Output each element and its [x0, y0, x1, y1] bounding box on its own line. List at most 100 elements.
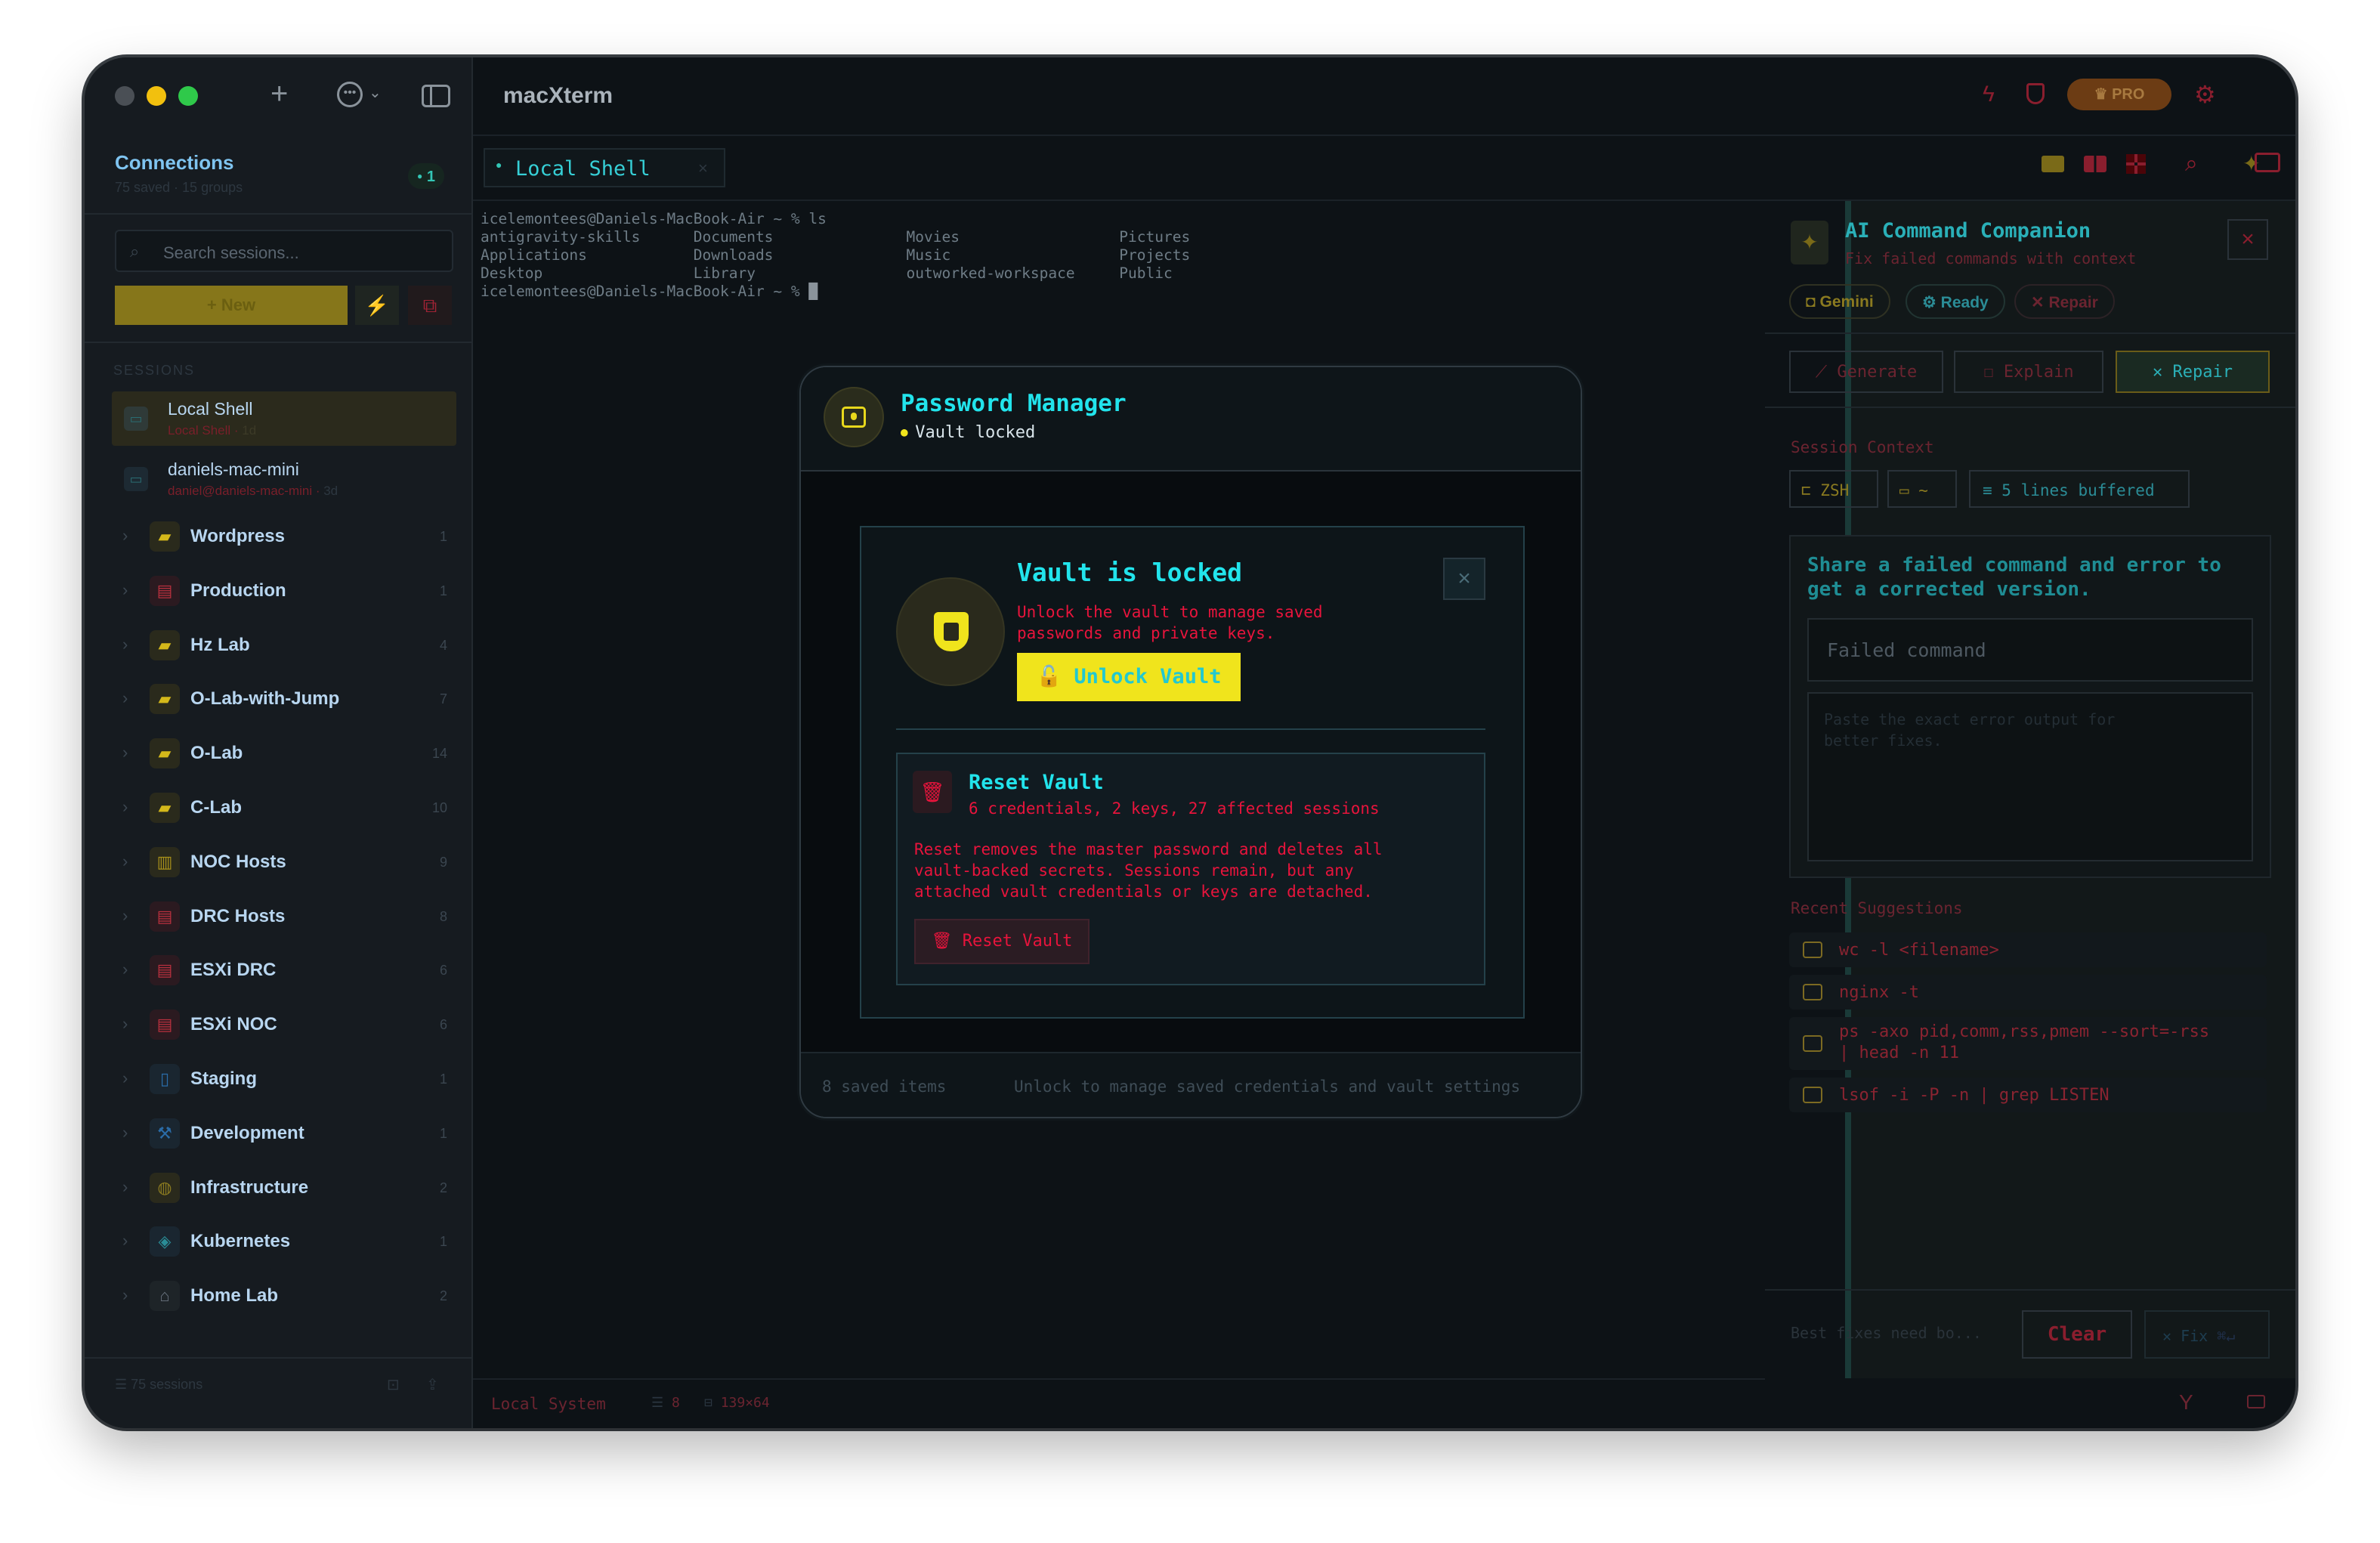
suggestion-item[interactable]: nginx -t — [1789, 975, 2267, 1010]
layout-split-icon[interactable] — [2084, 156, 2106, 172]
fix-button[interactable]: ✕ Fix ⌘↵ — [2144, 1310, 2270, 1359]
minimize-window-button[interactable] — [147, 86, 166, 106]
suggestion-item[interactable]: ps -axo pid,comm,rss,pmem --sort=-rss | h… — [1789, 1017, 2267, 1070]
status-system: Local System — [491, 1395, 606, 1413]
search-icon[interactable]: ⌕ — [2185, 151, 2198, 177]
divider — [85, 342, 473, 343]
chevron-right-icon[interactable]: › — [122, 1123, 128, 1143]
group-label: Infrastructure — [190, 1177, 309, 1198]
sidebar-group-hz-lab[interactable]: › ▰ Hz Lab 4 — [112, 621, 456, 669]
chevron-down-icon[interactable]: ⌄ — [369, 83, 382, 102]
sessions-label: SESSIONS — [113, 363, 196, 378]
tab-close-icon[interactable]: × — [698, 159, 708, 178]
chevron-right-icon[interactable]: › — [122, 1014, 128, 1034]
chevron-right-icon[interactable]: › — [122, 852, 128, 871]
chevron-right-icon[interactable]: › — [122, 1177, 128, 1197]
sidebar-group-home-lab[interactable]: › ⌂ Home Lab 2 — [112, 1272, 456, 1320]
session-item-mac-mini[interactable]: ▭ daniels-mac-mini daniel@daniels-mac-mi… — [112, 452, 456, 506]
new-tab-icon[interactable]: + — [270, 77, 288, 111]
unlock-vault-button[interactable]: 🔓 Unlock Vault — [1017, 653, 1241, 701]
suggestion-item[interactable]: wc -l <filename> — [1789, 932, 2267, 967]
chevron-right-icon[interactable]: › — [122, 1068, 128, 1088]
sidebar-subtitle: 75 saved · 15 groups — [115, 180, 243, 195]
hammer-icon: ⚒ — [150, 1118, 180, 1149]
pro-badge[interactable]: ♛ PRO — [2067, 79, 2171, 110]
chevron-right-icon[interactable]: › — [122, 688, 128, 708]
group-label: C-Lab — [190, 797, 242, 818]
chevron-right-icon[interactable]: › — [122, 1285, 128, 1305]
wand-icon: ⟋ — [1815, 363, 1838, 382]
folder-icon[interactable] — [2255, 153, 2280, 172]
sidebar-group-esxi-noc[interactable]: › ▤ ESXi NOC 6 — [112, 1000, 456, 1049]
error-output-textarea[interactable]: Paste the exact error output for better f… — [1807, 692, 2253, 861]
sidebar-group-infrastructure[interactable]: › ◍ Infrastructure 2 — [112, 1164, 456, 1212]
lock-shield-icon — [896, 577, 1005, 686]
chevron-right-icon[interactable]: › — [122, 960, 128, 979]
sidebar-group-noc-hosts[interactable]: › ▥ NOC Hosts 9 — [112, 838, 456, 886]
search-placeholder: Search sessions... — [163, 243, 299, 262]
sidebar-group-esxi-drc[interactable]: › ▤ ESXi DRC 6 — [112, 946, 456, 994]
list-icon: ☰ — [115, 1377, 131, 1392]
chevron-right-icon[interactable]: › — [122, 526, 128, 546]
session-item-local-shell[interactable]: ▭ Local Shell Local Shell · 1d — [112, 391, 456, 446]
sidebar-group-development[interactable]: › ⚒ Development 1 — [112, 1109, 456, 1158]
more-options-icon[interactable]: ••• — [337, 82, 363, 107]
quick-connect-button[interactable]: ⚡ — [355, 286, 399, 325]
explain-button[interactable]: ☐ Explain — [1954, 351, 2103, 393]
zoom-window-button[interactable] — [178, 86, 198, 106]
connections-count: 1 — [426, 169, 435, 185]
sidebar-group-staging[interactable]: › ▯ Staging 1 — [112, 1055, 456, 1103]
reset-description: Reset removes the master password and de… — [914, 840, 1383, 901]
sidebar-group-production[interactable]: › ▤ Production 1 — [112, 567, 456, 615]
close-window-button[interactable] — [115, 86, 134, 106]
layout-grid-icon[interactable] — [2126, 154, 2146, 174]
sidebar-group-o-lab[interactable]: › ▰ O-Lab 14 — [112, 729, 456, 778]
group-count: 10 — [431, 800, 447, 815]
tab-local-shell[interactable]: ● Local Shell × — [484, 148, 725, 187]
reset-vault-button[interactable]: 🗑 Reset Vault — [914, 919, 1090, 964]
sidebar-group-wordpress[interactable]: › ▰ Wordpress 1 — [112, 512, 456, 561]
search-icon: ⌕ — [130, 242, 140, 261]
share-icon[interactable]: ⇪ — [426, 1375, 439, 1394]
gear-icon: ⚙ — [1922, 294, 1941, 311]
clear-button[interactable]: Clear — [2022, 1310, 2132, 1359]
modal-status: ● Vault locked — [901, 423, 1036, 442]
ai-close-button[interactable]: × — [2227, 219, 2268, 260]
suggestion-item[interactable]: lsof -i -P -n | grep LISTEN — [1789, 1078, 2267, 1112]
new-session-button[interactable]: + New — [115, 286, 348, 325]
sidebar-toggle-icon[interactable] — [422, 85, 450, 107]
layout-single-icon[interactable] — [2042, 156, 2064, 172]
sidebar-group-kubernetes[interactable]: › ◈ Kubernetes 1 — [112, 1217, 456, 1266]
chip-gemini[interactable]: ◘ Gemini — [1789, 284, 1890, 319]
chevron-right-icon[interactable]: › — [122, 580, 128, 600]
group-label: Staging — [190, 1068, 257, 1089]
repair-button[interactable]: ✕ Repair — [2116, 351, 2270, 393]
chevron-right-icon[interactable]: › — [122, 635, 128, 654]
chevron-right-icon[interactable]: › — [122, 906, 128, 926]
sidebar-group-c-lab[interactable]: › ▰ C-Lab 10 — [112, 784, 456, 832]
import-button[interactable]: ⧉ — [408, 286, 452, 325]
failed-command-input[interactable]: Failed command — [1807, 618, 2253, 682]
group-count: 1 — [439, 583, 447, 598]
search-input[interactable]: ⌕ Search sessions... — [115, 230, 453, 272]
shield-icon[interactable] — [2026, 83, 2045, 104]
group-label: Wordpress — [190, 526, 285, 546]
context-shell-chip: ⊏ ZSH — [1789, 470, 1878, 508]
branch-icon[interactable]: Y — [2179, 1390, 2193, 1415]
chip-repair[interactable]: ✕ Repair — [2014, 284, 2115, 319]
chevron-right-icon[interactable]: › — [122, 797, 128, 817]
group-count: 1 — [439, 529, 447, 544]
card-close-button[interactable]: × — [1443, 558, 1485, 600]
sidebar-group-drc-hosts[interactable]: › ▤ DRC Hosts 8 — [112, 892, 456, 941]
keyboard-icon[interactable] — [2247, 1395, 2265, 1408]
settings-gear-icon[interactable]: ⚙ — [2194, 80, 2216, 109]
chevron-right-icon[interactable]: › — [122, 743, 128, 762]
password-manager-modal: Password Manager ● Vault locked Vault is… — [799, 366, 1582, 1118]
bolt-icon[interactable]: ϟ — [1983, 82, 1995, 107]
generate-button[interactable]: ⟋ Generate — [1789, 351, 1943, 393]
sidebar-group-o-lab-with-jump[interactable]: › ▰ O-Lab-with-Jump 7 — [112, 675, 456, 723]
terminal-output[interactable]: icelemontees@Daniels-MacBook-Air ~ % ls a… — [481, 210, 1841, 301]
divider — [1765, 1289, 2295, 1291]
export-icon[interactable]: ⊡ — [387, 1375, 400, 1394]
chevron-right-icon[interactable]: › — [122, 1231, 128, 1251]
